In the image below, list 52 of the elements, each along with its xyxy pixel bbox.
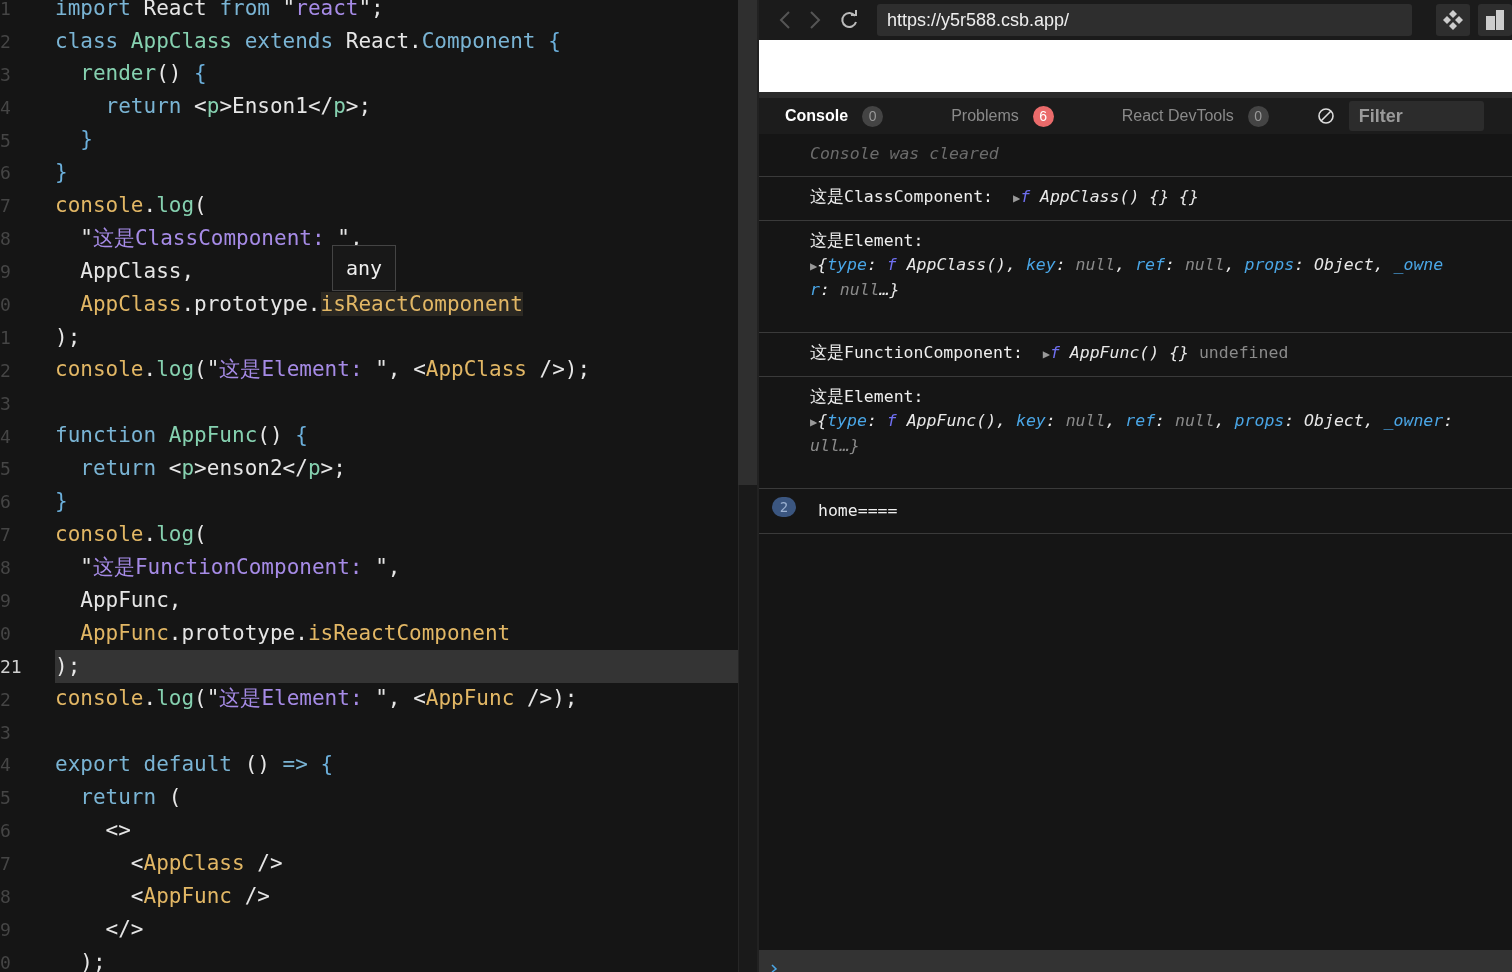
code-line: return ( xyxy=(79,784,182,812)
filter-field[interactable]: Filter xyxy=(1348,101,1484,131)
devtools-tab[interactable]: Console 0 xyxy=(759,98,896,134)
code-line: } xyxy=(55,159,68,187)
code-line: console.log( xyxy=(55,192,207,220)
code-line: render() { xyxy=(79,60,207,88)
devtools-tab[interactable]: Problems 6 xyxy=(925,98,1066,134)
devtools-tab[interactable]: React DevTools 0 xyxy=(1095,98,1281,134)
url-field[interactable]: https://y5r588.csb.app/ xyxy=(877,4,1412,36)
code-line: AppFunc.prototype.isReactComponent xyxy=(79,619,511,647)
code-line: export default () => { xyxy=(55,751,334,779)
count-badge: 0 xyxy=(862,105,884,127)
code-line: console.log("这是Element: ", <AppFunc />); xyxy=(55,685,578,713)
code-line: <AppFunc /> xyxy=(129,882,270,910)
code-line: <> xyxy=(104,816,131,844)
code-line: ); xyxy=(55,323,81,351)
message-count: 2 xyxy=(772,497,796,517)
count-badge: 6 xyxy=(1032,105,1054,127)
code-line: class AppClass extends React.Component { xyxy=(55,27,561,55)
console-line: 这是FunctionComponent: ▶f AppFunc() {} undefined xyxy=(810,342,1290,364)
console-line: 这是ClassComponent: ▶f AppClass() {} {} xyxy=(810,186,1200,208)
console-note: Console was cleared xyxy=(810,143,1000,165)
count-badge: 0 xyxy=(1247,105,1269,127)
line-number: 21 xyxy=(0,654,23,679)
type-tooltip: any xyxy=(332,245,396,291)
code-line: } xyxy=(79,126,93,154)
code-line: return <p>enson2</p>; xyxy=(79,455,346,483)
console-line: ull…} xyxy=(810,435,861,457)
code-line: ); xyxy=(55,652,81,680)
code-line: AppFunc, xyxy=(79,586,182,614)
console-line: r: null…} xyxy=(810,279,901,301)
code-line: "这是FunctionComponent: ", xyxy=(79,553,401,581)
code-line: AppClass, xyxy=(79,257,195,285)
console-line: ▶{type: f AppClass(), key: null, ref: null, props: Object, _owne xyxy=(810,254,1445,276)
prompt-chevron-icon xyxy=(771,964,779,972)
code-line: return <p>Enson1</p>; xyxy=(104,93,372,121)
code-line: console.log( xyxy=(55,520,207,548)
windows-icon[interactable] xyxy=(1478,4,1512,36)
console-line: 这是Element: xyxy=(810,230,925,252)
scrollbar-thumb[interactable] xyxy=(738,0,757,485)
console-line: ▶{type: f AppFunc(), key: null, ref: null, props: Object, _owner: xyxy=(810,410,1455,432)
clear-console-icon[interactable] xyxy=(1316,107,1335,125)
console-line: 这是Element: xyxy=(810,386,925,408)
code-line: <AppClass /> xyxy=(129,849,283,877)
code-line: AppClass.prototype.isReactComponent xyxy=(79,290,523,318)
code-line: console.log("这是Element: ", <AppClass />); xyxy=(55,356,591,384)
code-line: } xyxy=(55,488,68,516)
code-line: function AppFunc() { xyxy=(55,422,308,450)
console-line: home==== xyxy=(818,500,899,522)
code-line: ); xyxy=(79,948,106,972)
code-line: </> xyxy=(104,915,144,943)
reload-button[interactable] xyxy=(839,10,859,30)
